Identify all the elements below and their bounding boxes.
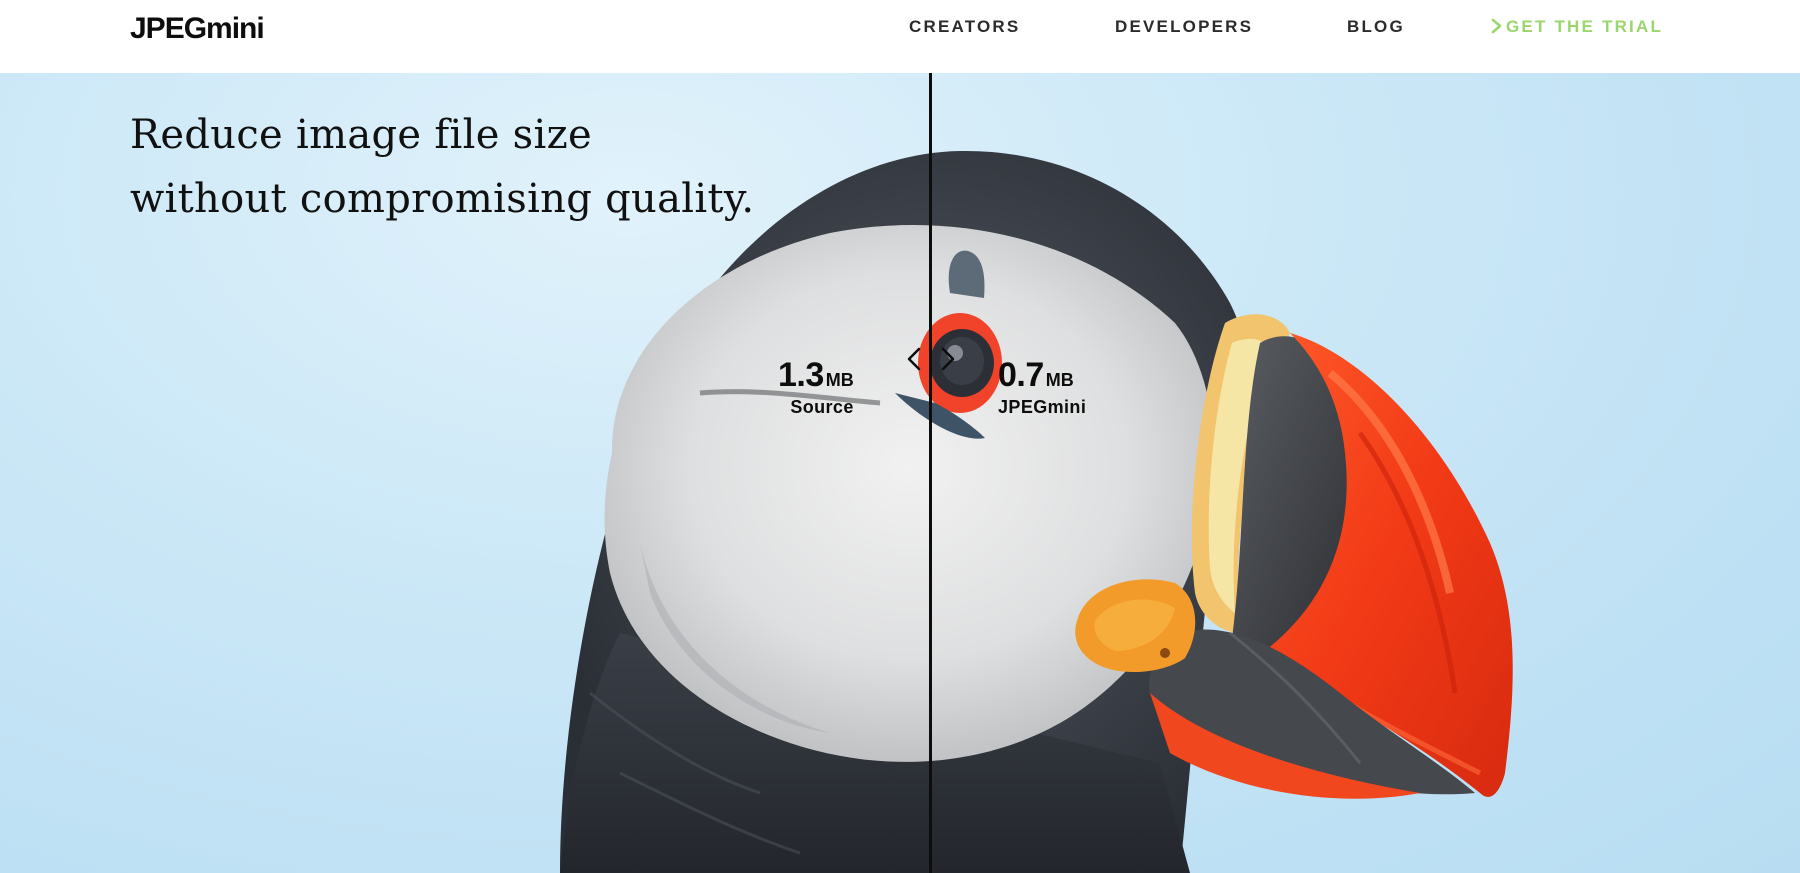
- chevron-right-icon: [1491, 18, 1502, 34]
- source-size-label: 1.3 MB Source: [778, 356, 854, 418]
- jpegmini-caption: JPEGmini: [998, 397, 1087, 417]
- hero-comparison: Reduce image file size without compromis…: [0, 73, 1800, 873]
- jpegmini-size-value: 0.7: [998, 356, 1044, 394]
- source-size-unit: MB: [825, 370, 854, 390]
- hero-headline: Reduce image file size without compromis…: [130, 103, 754, 231]
- page: JPEGmini CREATORS DEVELOPERS BLOG GET TH…: [0, 0, 1800, 873]
- chevron-left-icon: [907, 347, 921, 371]
- headline-line-2: without compromising quality.: [130, 176, 755, 222]
- nav-blog[interactable]: BLOG: [1347, 17, 1405, 37]
- nav-developers[interactable]: DEVELOPERS: [1115, 17, 1253, 37]
- site-header: JPEGmini CREATORS DEVELOPERS BLOG GET TH…: [0, 0, 1800, 73]
- comparison-slider-handle[interactable]: [889, 327, 973, 387]
- source-caption: Source: [790, 397, 854, 417]
- nav-get-the-trial[interactable]: GET THE TRIAL: [1490, 17, 1663, 37]
- comparison-divider[interactable]: [929, 73, 932, 873]
- trial-label: GET THE TRIAL: [1506, 17, 1664, 36]
- headline-line-1: Reduce image file size: [130, 112, 592, 158]
- jpegmini-size-label: 0.7 MB JPEGmini: [998, 356, 1086, 418]
- chevron-right-icon: [941, 347, 955, 371]
- source-size-value: 1.3: [778, 356, 824, 394]
- nav-creators[interactable]: CREATORS: [909, 17, 1020, 37]
- jpegmini-size-unit: MB: [1045, 370, 1074, 390]
- jpegmini-logo[interactable]: JPEGmini: [130, 12, 265, 46]
